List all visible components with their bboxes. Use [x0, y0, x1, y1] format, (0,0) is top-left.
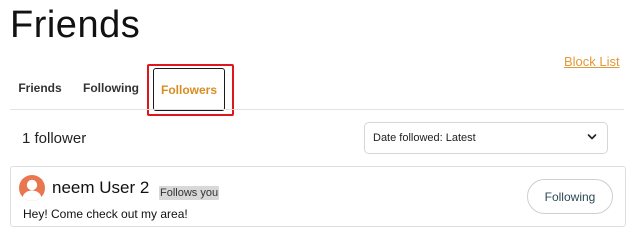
- page-title: Friends: [10, 4, 141, 46]
- follower-card: neem User 2 Follows you Hey! Come check …: [10, 166, 626, 227]
- tab-bar: Friends Following: [0, 64, 636, 110]
- sort-selected-value: Date followed: Latest: [373, 132, 476, 144]
- tab-friends[interactable]: Friends: [14, 64, 66, 112]
- tab-followers[interactable]: Followers: [153, 68, 225, 111]
- follows-you-badge: Follows you: [159, 186, 220, 200]
- user-bio: Hey! Come check out my area!: [23, 207, 188, 221]
- user-name[interactable]: neem User 2: [52, 178, 149, 198]
- user-avatar-icon: [22, 179, 42, 201]
- follower-count: 1 follower: [22, 130, 87, 147]
- avatar[interactable]: [19, 175, 45, 201]
- tabs-divider: [10, 109, 624, 110]
- following-button[interactable]: Following: [527, 179, 613, 214]
- tab-following[interactable]: Following: [80, 64, 142, 112]
- chevron-down-icon: [587, 134, 597, 140]
- sort-dropdown[interactable]: Date followed: Latest: [364, 122, 608, 154]
